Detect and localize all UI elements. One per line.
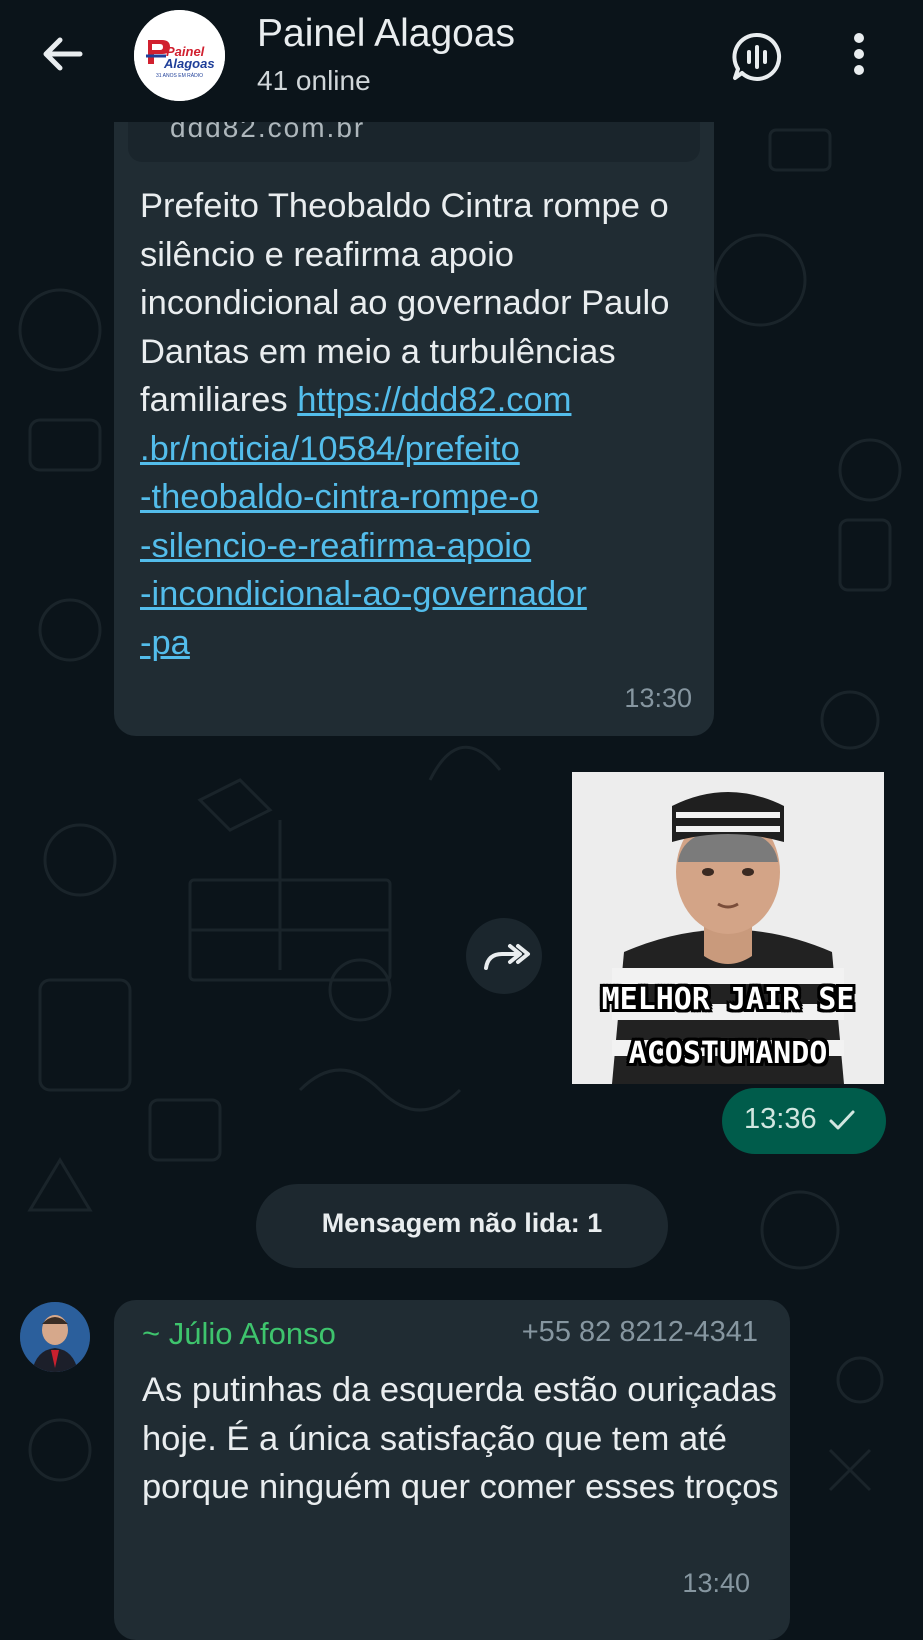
single-check-icon — [829, 1110, 855, 1130]
voice-chat-button[interactable] — [730, 30, 784, 84]
logo-line2: Alagoas — [163, 56, 215, 71]
sticker-caption-line1: MELHOR JAIR SE — [601, 982, 855, 1017]
back-button[interactable] — [34, 28, 90, 84]
sent-time: 13:36 — [744, 1103, 817, 1135]
more-options-icon — [854, 33, 864, 75]
chat-title[interactable]: Painel Alagoas — [257, 12, 515, 56]
message-text: Prefeito Theobaldo Cintra rompe o silênc… — [140, 182, 700, 667]
message-time: 13:30 — [624, 683, 692, 713]
forward-icon — [484, 944, 530, 970]
message-bubble[interactable]: ddd82.com.br Prefeito Theobaldo Cintra r… — [114, 90, 714, 736]
voice-chat-icon — [732, 32, 782, 81]
back-arrow-icon — [43, 37, 83, 71]
message-link[interactable]: https://ddd82.com .br/noticia/10584/prefe… — [140, 381, 587, 662]
sticker-image[interactable]: MELHOR JAIR SE ACOSTUMANDO — [572, 772, 884, 1084]
sender-phone: +55 82 8212-4341 — [521, 1316, 758, 1348]
chat-header: Painel Alagoas 31 ANOS EM RÁDIO Painel A… — [0, 0, 923, 122]
logo-tagline: 31 ANOS EM RÁDIO — [156, 72, 203, 79]
unread-divider-text: Mensagem não lida: 1 — [321, 1208, 603, 1238]
sender-avatar[interactable] — [20, 1302, 90, 1372]
message-text: As putinhas da esquerda estão ouriçadas … — [142, 1371, 779, 1506]
sent-status-pill: 13:36 — [722, 1088, 886, 1154]
painel-alagoas-logo: Painel Alagoas 31 ANOS EM RÁDIO — [134, 10, 225, 101]
message-time: 13:40 — [682, 1568, 750, 1598]
forward-button[interactable] — [466, 918, 542, 994]
sticker-caption-line2: ACOSTUMANDO — [628, 1036, 828, 1071]
group-avatar[interactable]: Painel Alagoas 31 ANOS EM RÁDIO — [134, 10, 225, 101]
message-bubble[interactable]: ~ Júlio Afonso +55 82 8212-4341 As putin… — [114, 1300, 790, 1640]
sender-name[interactable]: ~ Júlio Afonso — [142, 1316, 336, 1352]
online-count: 41 online — [257, 65, 371, 96]
more-options-button[interactable] — [846, 30, 872, 82]
unread-divider: Mensagem não lida: 1 — [256, 1184, 668, 1268]
